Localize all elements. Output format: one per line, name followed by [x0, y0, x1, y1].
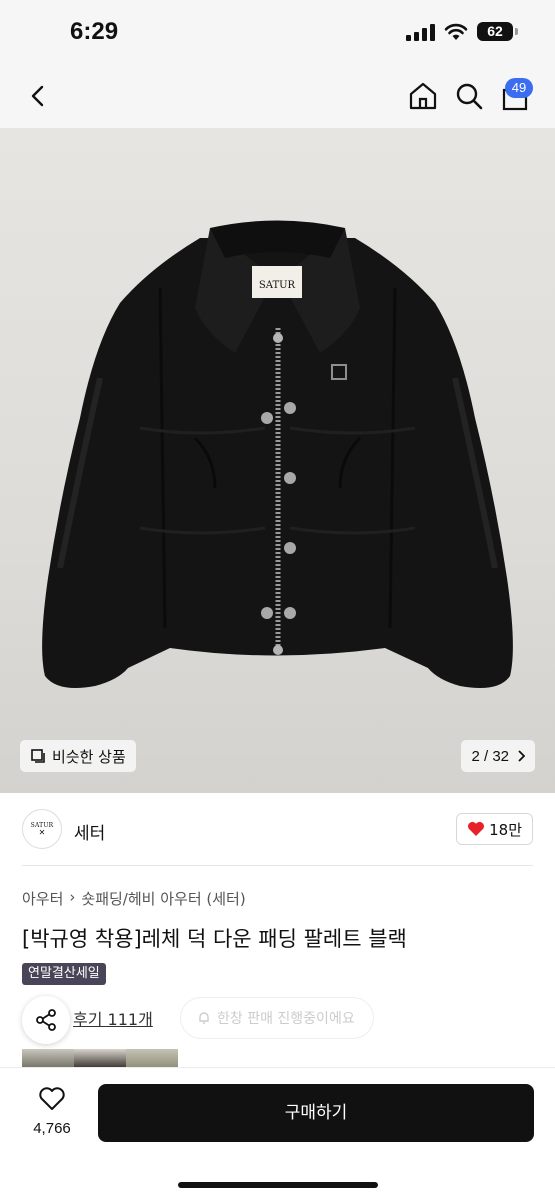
- jacket-label-text: SATUR: [259, 280, 296, 291]
- similar-icon: [31, 749, 45, 763]
- battery-icon: 62: [477, 22, 518, 41]
- wifi-icon: [444, 23, 468, 40]
- image-pager[interactable]: 2 / 32: [461, 740, 535, 772]
- home-icon[interactable]: [406, 79, 440, 113]
- shop-logo[interactable]: SATUR ✕: [22, 809, 62, 849]
- shop-like-button[interactable]: 18만: [456, 813, 533, 845]
- status-bar: 6:29 62: [0, 0, 555, 66]
- status-icons: 62: [406, 22, 518, 41]
- search-icon[interactable]: [452, 79, 486, 113]
- shop-name[interactable]: 세터: [74, 819, 105, 844]
- jacket-image: SATUR: [42, 220, 513, 689]
- back-arrow-icon[interactable]: [22, 80, 54, 112]
- sale-status-text: 한창 판매 진행중이에요: [217, 1011, 355, 1027]
- page-indicator: 2 / 32: [471, 747, 509, 765]
- bell-icon: [199, 1012, 209, 1024]
- signal-icon: [406, 23, 435, 41]
- bottom-action-bar: 4,766 구매하기: [0, 1067, 555, 1200]
- top-nav: [0, 66, 555, 128]
- review-link[interactable]: 후기 111개: [73, 1006, 153, 1030]
- shop-logo-mark-icon: ✕: [38, 827, 46, 837]
- sale-status-notice: 한창 판매 진행중이에요: [180, 997, 374, 1039]
- wishlist-button[interactable]: 4,766: [22, 1086, 82, 1137]
- product-page: 6:29 62 49 SATUR 비슷한 상품 2 / 32 SATUR ✕ 세…: [0, 0, 555, 1200]
- heart-filled-icon: [468, 821, 485, 836]
- cart-count-badge: 49: [505, 78, 533, 98]
- breadcrumb-item[interactable]: 아우터: [22, 888, 63, 909]
- chevron-right-icon: [518, 750, 525, 762]
- shop-row[interactable]: SATUR ✕ 세터 18만: [0, 793, 555, 867]
- product-image[interactable]: SATUR 비슷한 상품 2 / 32: [0, 128, 555, 793]
- share-icon: [36, 1009, 56, 1031]
- status-time: 6:29: [70, 18, 119, 45]
- breadcrumb-separator-icon: ›: [69, 888, 76, 906]
- wishlist-count: 4,766: [33, 1120, 71, 1137]
- similar-products-label: 비슷한 상품: [52, 747, 126, 766]
- similar-products-button[interactable]: 비슷한 상품: [20, 740, 136, 772]
- product-title: [박규영 착용]레체 덕 다운 패딩 팔레트 블랙: [22, 927, 407, 951]
- home-indicator: [178, 1182, 378, 1188]
- heart-outline-icon: [39, 1087, 65, 1110]
- shop-like-count: 18만: [489, 820, 522, 839]
- divider: [22, 865, 533, 866]
- breadcrumb: 아우터 › 숏패딩/헤비 아우터 (세터): [22, 888, 246, 909]
- share-button[interactable]: [22, 996, 70, 1044]
- sale-badge: 연말결산세일: [22, 963, 106, 985]
- buy-button[interactable]: 구매하기: [98, 1084, 534, 1142]
- breadcrumb-item[interactable]: 숏패딩/헤비 아우터 (세터): [81, 888, 245, 909]
